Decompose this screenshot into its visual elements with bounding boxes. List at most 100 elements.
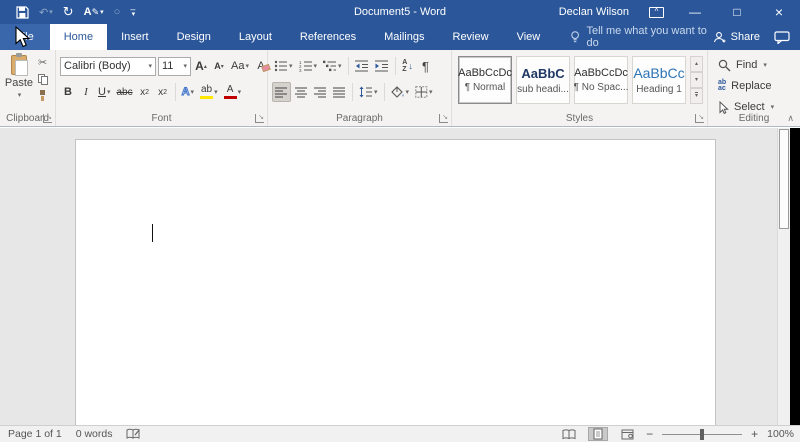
superscript-button[interactable]: x2 [155, 82, 171, 102]
save-icon[interactable] [16, 6, 29, 19]
increase-indent-button[interactable] [373, 56, 391, 76]
font-name-select[interactable]: Calibri (Body)▾ [60, 57, 156, 76]
print-layout-view-button[interactable] [588, 427, 608, 441]
text-effects-button[interactable]: A▾ [180, 82, 196, 102]
document-page[interactable] [75, 139, 716, 425]
clipboard-dialog-launcher-icon[interactable]: ↘ [43, 114, 52, 123]
decrease-indent-button[interactable] [353, 56, 371, 76]
tab-mailings[interactable]: Mailings [370, 24, 438, 50]
read-mode-icon [562, 429, 576, 440]
maximize-button[interactable]: □ [722, 5, 752, 19]
sort-button[interactable]: AZ ↓ [400, 56, 416, 76]
font-color-button[interactable]: A▾ [222, 82, 244, 102]
tab-layout[interactable]: Layout [225, 24, 286, 50]
tab-insert[interactable]: Insert [107, 24, 163, 50]
tell-me-box[interactable]: Tell me what you want to do [570, 24, 712, 50]
styles-scroll-down-icon[interactable]: ▾ [690, 72, 703, 88]
zoom-level[interactable]: 100% [767, 428, 794, 440]
vertical-scrollbar-thumb[interactable] [779, 129, 789, 229]
web-layout-view-button[interactable] [617, 427, 637, 441]
ribbon-display-options-icon[interactable]: ^ [649, 7, 664, 18]
zoom-in-button[interactable]: + [751, 427, 758, 441]
tab-design[interactable]: Design [163, 24, 225, 50]
style-no-spacing[interactable]: AaBbCcDc ¶ No Spac... [574, 56, 628, 104]
borders-button[interactable]: ▾ [413, 82, 435, 102]
tab-home[interactable]: Home [50, 24, 107, 50]
underline-button[interactable]: U▾ [96, 82, 112, 102]
justify-button[interactable] [331, 82, 348, 102]
shading-button[interactable]: ▾ [389, 82, 412, 102]
grow-font-button[interactable]: A▴ [193, 56, 209, 76]
font-size-select[interactable]: 11▾ [158, 57, 191, 76]
minimize-button[interactable]: — [680, 5, 710, 19]
zoom-slider[interactable] [662, 429, 742, 440]
strikethrough-button[interactable]: abc [114, 82, 134, 102]
copy-icon[interactable] [38, 74, 48, 85]
word-count-status[interactable]: 0 words [76, 428, 113, 440]
styles-dialog-launcher-icon[interactable]: ↘ [695, 114, 704, 123]
comment-feedback-icon[interactable] [774, 31, 790, 44]
styles-gallery-more-icon[interactable]: ▾ [690, 88, 703, 104]
format-style-icon[interactable]: A✎▾ [84, 6, 104, 18]
clear-formatting-button[interactable]: A [253, 56, 269, 76]
account-user-name[interactable]: Declan Wilson [559, 6, 629, 18]
svg-text:3: 3 [299, 68, 302, 72]
style-normal[interactable]: AaBbCcDc ¶ Normal [458, 56, 512, 104]
tab-review[interactable]: Review [439, 24, 503, 50]
document-area [0, 128, 800, 425]
paste-button[interactable]: Paste ▾ [3, 55, 35, 111]
multilevel-list-icon [323, 60, 337, 72]
paragraph-dialog-launcher-icon[interactable]: ↘ [439, 114, 448, 123]
style-sub-heading[interactable]: AaBbC sub headi... [516, 56, 570, 104]
format-painter-icon[interactable] [38, 90, 47, 101]
bullets-button[interactable]: ▾ [272, 56, 295, 76]
show-hide-pilcrow-button[interactable]: ¶ [418, 56, 434, 76]
group-editing: Find ▾ abac Replace Select ▾ Editing ∧ [708, 50, 800, 126]
italic-button[interactable]: I [78, 82, 94, 102]
line-spacing-button[interactable]: ▾ [357, 82, 380, 102]
customize-qat-icon[interactable]: –▾ [130, 7, 135, 17]
change-case-button[interactable]: Aa▾ [229, 56, 251, 76]
style-heading-1[interactable]: AaBbCc Heading 1 [632, 56, 686, 104]
ribbon-home: Paste ▾ ✂ Clipboard ↘ Calibri (Body)▾ 11… [0, 50, 800, 127]
font-color-bar [224, 96, 237, 99]
cut-icon[interactable]: ✂ [38, 56, 48, 69]
borders-grid-icon [415, 86, 428, 98]
font-dialog-launcher-icon[interactable]: ↘ [255, 114, 264, 123]
zoom-slider-handle[interactable] [700, 429, 704, 440]
replace-button[interactable]: abac Replace [718, 77, 772, 95]
multilevel-list-button[interactable]: ▾ [321, 56, 344, 76]
align-right-button[interactable] [312, 82, 329, 102]
tab-references[interactable]: References [286, 24, 370, 50]
read-mode-view-button[interactable] [559, 427, 579, 441]
text-highlight-button[interactable]: ab▾ [198, 82, 220, 102]
font-group-label: Font [56, 113, 267, 124]
align-right-icon [314, 87, 327, 98]
zoom-out-button[interactable]: − [646, 427, 653, 441]
styles-group-label: Styles [452, 113, 707, 124]
share-label: Share [731, 31, 760, 43]
subscript-button[interactable]: x2 [137, 82, 153, 102]
touch-mode-icon: ○ [114, 6, 121, 18]
text-insertion-cursor [152, 224, 153, 242]
styles-scroll-up-icon[interactable]: ▴ [690, 56, 703, 72]
vertical-scrollbar[interactable] [777, 128, 790, 425]
numbering-button[interactable]: 123 ▾ [297, 56, 320, 76]
collapse-ribbon-icon[interactable]: ∧ [787, 113, 794, 124]
page-count-status[interactable]: Page 1 of 1 [8, 428, 62, 440]
redo-icon[interactable]: ↻ [63, 4, 74, 20]
find-button[interactable]: Find ▾ [718, 56, 767, 74]
ribbon-tab-row: File Home Insert Design Layout Reference… [0, 24, 800, 50]
undo-icon: ↶▾ [39, 6, 53, 19]
shrink-font-button[interactable]: A▾ [211, 56, 227, 76]
align-left-icon [275, 87, 288, 98]
proofing-status-icon[interactable] [126, 428, 141, 440]
tab-view[interactable]: View [503, 24, 555, 50]
bold-button[interactable]: B [60, 82, 76, 102]
line-spacing-icon [359, 86, 373, 98]
tab-file[interactable]: File [0, 24, 50, 50]
close-button[interactable]: × [764, 4, 794, 20]
share-button[interactable]: Share [713, 31, 760, 44]
align-left-button[interactable] [272, 82, 291, 102]
align-center-button[interactable] [293, 82, 310, 102]
